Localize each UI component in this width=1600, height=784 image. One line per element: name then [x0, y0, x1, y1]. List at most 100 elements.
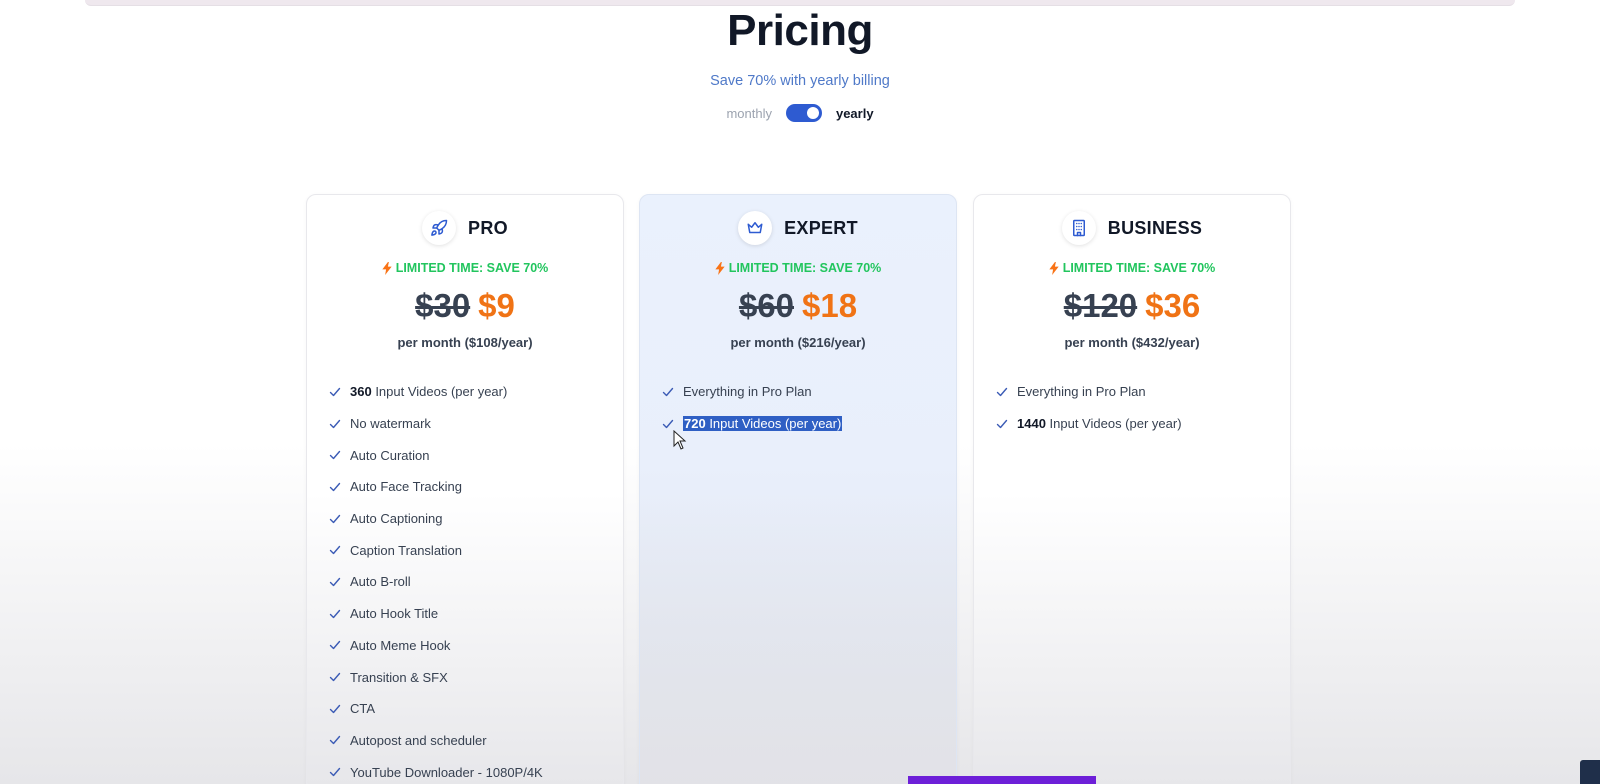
- new-price: $36: [1145, 287, 1201, 324]
- old-price: $60: [738, 287, 794, 324]
- toggle-label-yearly[interactable]: yearly: [836, 106, 874, 121]
- check-icon: [329, 482, 341, 492]
- feature-count: 1440: [1017, 416, 1046, 432]
- feature-text: Everything in Pro Plan: [683, 384, 812, 399]
- feature-list: 360 Input Videos (per year) No watermark A…: [329, 376, 603, 784]
- check-icon: [329, 514, 341, 523]
- feature-text: 360 Input Videos (per year): [350, 384, 507, 399]
- feature-text: Caption Translation: [350, 543, 462, 558]
- feature-text: CTA: [350, 701, 375, 716]
- feature-label: Input Videos (per year): [705, 416, 842, 432]
- per-month-note: per month ($216/year): [730, 335, 866, 350]
- feature-label: CTA: [350, 701, 376, 717]
- check-icon: [329, 387, 341, 397]
- feature-text: No watermark: [350, 416, 431, 431]
- feature-item: Auto Meme Hook: [329, 630, 603, 662]
- price-row: $120 $36: [974, 287, 1290, 325]
- check-icon: [329, 451, 341, 460]
- card-fade: [974, 493, 1290, 784]
- check-icon: [329, 419, 341, 428]
- building-icon: [1061, 211, 1096, 245]
- feature-label: No watermark: [350, 416, 431, 432]
- feature-text: Auto Hook Title: [350, 606, 438, 621]
- feature-label: YouTube Downloader - 1080P/4K: [350, 764, 543, 780]
- check-icon: [329, 577, 341, 587]
- plan-header: EXPERT: [640, 211, 956, 245]
- price-row: $60 $18: [640, 287, 956, 325]
- check-icon: [329, 767, 341, 777]
- feature-label: Auto Hook Title: [350, 606, 439, 622]
- price-row: $30 $9: [307, 287, 623, 325]
- lightning-icon: [1049, 261, 1059, 275]
- check-icon: [329, 609, 341, 618]
- feature-label: Caption Translation: [350, 542, 463, 558]
- feature-item: 1440 Input Videos (per year): [996, 408, 1270, 440]
- check-icon: [329, 736, 341, 745]
- plan-name: BUSINESS: [1107, 217, 1203, 238]
- feature-item: CTA: [329, 693, 603, 725]
- crown-icon: [738, 211, 773, 245]
- per-month-note: per month ($108/year): [397, 335, 533, 350]
- mouse-cursor-icon: [673, 430, 687, 450]
- check-icon: [329, 704, 341, 713]
- feature-item: YouTube Downloader - 1080P/4K: [329, 756, 603, 784]
- lightning-icon: [382, 261, 392, 275]
- feature-text: Auto B-roll: [350, 574, 411, 589]
- feature-text: YouTube Downloader - 1080P/4K: [350, 765, 543, 780]
- feature-item: No watermark: [329, 408, 603, 440]
- feature-list: Everything in Pro Plan 1440 Input Videos …: [996, 376, 1270, 439]
- billing-subtitle: Save 70% with yearly billing: [710, 73, 890, 89]
- limited-offer-text: LIMITED TIME: SAVE 70%: [395, 261, 549, 275]
- old-price: $120: [1063, 287, 1138, 324]
- feature-label: Auto Curation: [350, 447, 430, 463]
- feature-text: Auto Curation: [350, 448, 430, 463]
- rocket-icon: [422, 211, 457, 245]
- feature-item: Caption Translation: [329, 534, 603, 566]
- feature-count: 360: [350, 384, 372, 400]
- old-price: $30: [415, 287, 471, 324]
- corner-widget-icon[interactable]: [1580, 760, 1600, 784]
- feature-item: 360 Input Videos (per year): [329, 376, 603, 408]
- feature-text: Transition & SFX: [350, 670, 448, 685]
- new-price: $9: [478, 287, 515, 324]
- billing-toggle-switch[interactable]: [785, 104, 822, 122]
- feature-count: 720: [684, 416, 706, 432]
- lightning-icon: [715, 261, 725, 275]
- per-month-note: per month ($432/year): [1064, 335, 1200, 350]
- feature-text: Autopost and scheduler: [350, 733, 487, 748]
- feature-item: Auto Face Tracking: [329, 471, 603, 503]
- bottom-purple-bar[interactable]: [908, 776, 1096, 784]
- plan-card-pro: PRO LIMITED TIME: SAVE 70% $30 $9 per mo…: [306, 194, 624, 784]
- new-price: $18: [802, 287, 858, 324]
- feature-item: Everything in Pro Plan: [996, 376, 1270, 408]
- feature-label: Autopost and scheduler: [350, 732, 487, 748]
- check-icon: [662, 387, 674, 397]
- feature-label: Auto B-roll: [350, 574, 411, 590]
- feature-text: Auto Meme Hook: [350, 638, 450, 653]
- card-fade: [640, 493, 956, 784]
- toggle-knob: [806, 107, 819, 119]
- feature-label: Auto Face Tracking: [350, 479, 462, 495]
- feature-item: Autopost and scheduler: [329, 725, 603, 757]
- feature-item: Auto B-roll: [329, 566, 603, 598]
- feature-label: Auto Captioning: [350, 511, 443, 527]
- plan-name: EXPERT: [784, 217, 858, 238]
- feature-label: Transition & SFX: [350, 669, 448, 685]
- plan-header: BUSINESS: [974, 211, 1290, 245]
- toggle-label-monthly[interactable]: monthly: [726, 106, 772, 121]
- limited-offer-text: LIMITED TIME: SAVE 70%: [728, 261, 882, 275]
- check-icon: [329, 641, 341, 650]
- feature-text: Auto Captioning: [350, 511, 443, 526]
- feature-label: Everything in Pro Plan: [1017, 384, 1146, 400]
- feature-text: 720 Input Videos (per year): [683, 416, 843, 432]
- limited-offer-text: LIMITED TIME: SAVE 70%: [1062, 261, 1216, 275]
- plan-card-expert: EXPERT LIMITED TIME: SAVE 70% $60 $18 pe…: [639, 194, 957, 784]
- check-icon: [329, 672, 341, 682]
- feature-item: Everything in Pro Plan: [662, 376, 936, 408]
- feature-item: Transition & SFX: [329, 661, 603, 693]
- feature-item: Auto Captioning: [329, 503, 603, 535]
- feature-text: Auto Face Tracking: [350, 479, 462, 494]
- feature-label: Everything in Pro Plan: [683, 384, 812, 400]
- limited-offer-badge: LIMITED TIME: SAVE 70%: [307, 261, 623, 275]
- feature-label: Input Videos (per year): [371, 384, 508, 400]
